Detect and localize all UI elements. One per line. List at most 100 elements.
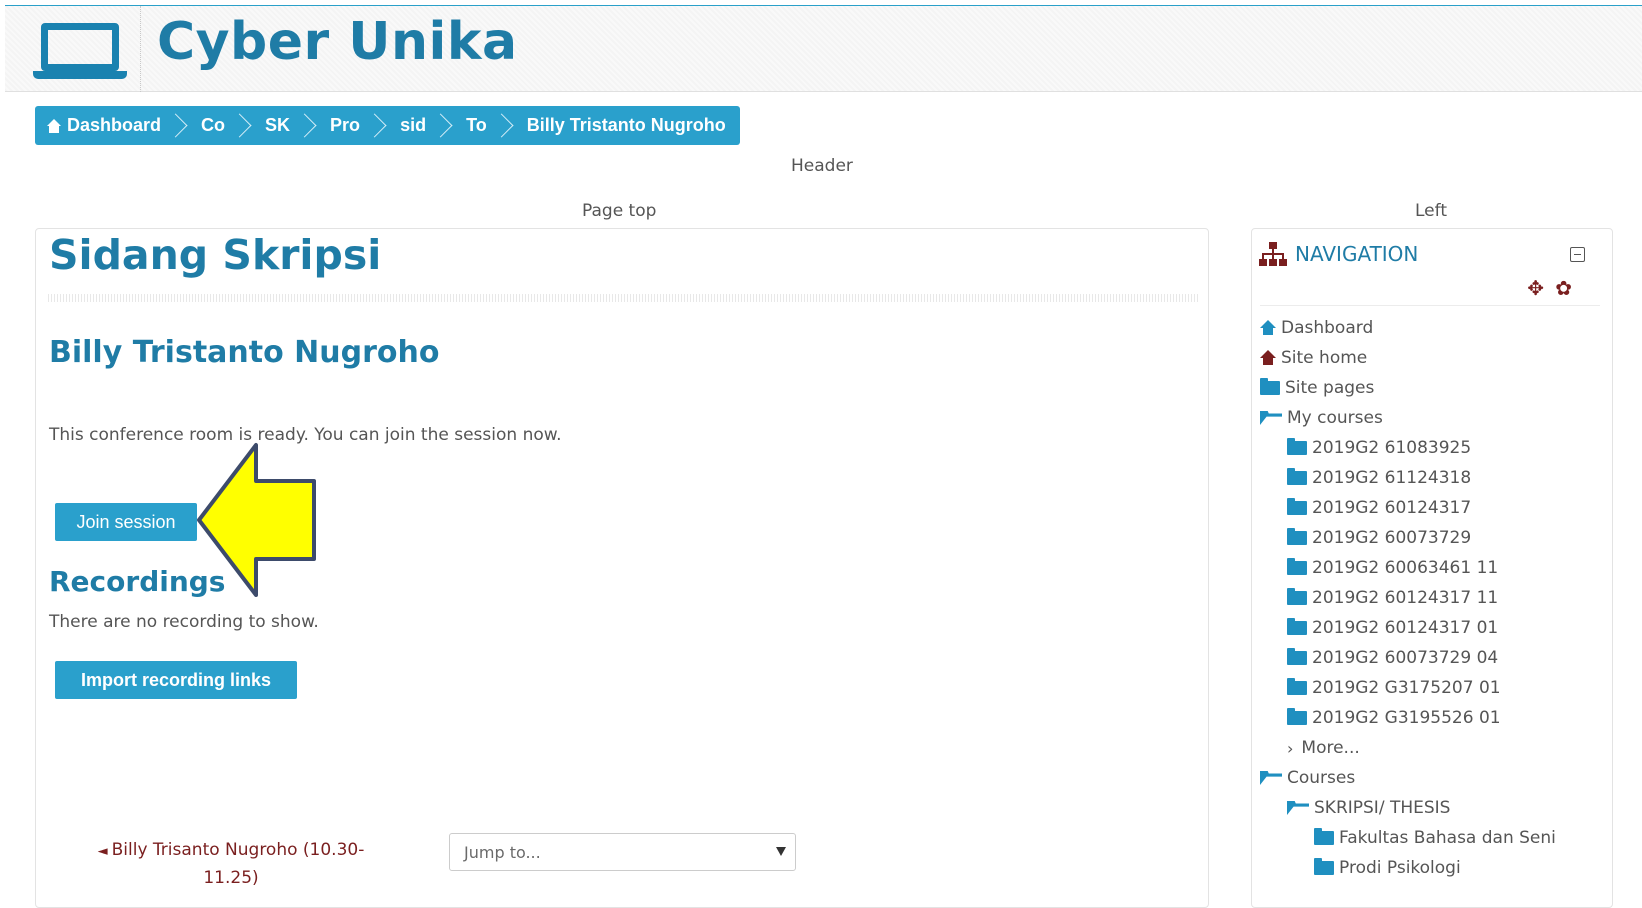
nav-item-prodi-psikologi[interactable]: Prodi Psikologi [1260, 853, 1556, 883]
nav-item-more[interactable]: › More... [1260, 733, 1556, 763]
sitemap-icon [1259, 242, 1287, 266]
nav-item-course[interactable]: 2019G2 60073729 04 [1260, 643, 1556, 673]
nav-item-label: 2019G2 61124318 [1312, 468, 1472, 488]
home-icon [47, 118, 61, 133]
move-icon[interactable]: ✥ [1527, 276, 1544, 300]
folder-icon [1287, 618, 1307, 635]
nav-item-course[interactable]: 2019G2 60124317 11 [1260, 583, 1556, 613]
breadcrumb-separator [440, 113, 454, 139]
site-header: Cyber Unika [5, 5, 1642, 92]
join-session-button[interactable]: Join session [55, 503, 197, 541]
navigation-block: NAVIGATION ✥ ✿ Dashboard Site home Site … [1251, 228, 1613, 908]
nav-item-label: 2019G2 60073729 04 [1312, 648, 1499, 668]
folder-icon [1287, 468, 1307, 485]
breadcrumb-label: SK [265, 115, 291, 135]
folder-icon [1314, 828, 1334, 845]
collapse-icon[interactable] [1570, 247, 1585, 262]
session-title: Billy Tristanto Nugroho [49, 335, 440, 370]
nav-item-course[interactable]: 2019G2 61083925 [1260, 433, 1556, 463]
previous-activity-line1: Billy Trisanto Nugroho (10.30- [111, 840, 365, 860]
house-icon [1260, 320, 1276, 336]
nav-item-label: 2019G2 61083925 [1312, 438, 1472, 458]
heading-divider [48, 294, 1198, 302]
nav-item-label: 2019G2 60124317 11 [1312, 588, 1499, 608]
breadcrumb-separator [304, 113, 318, 139]
previous-activity-line2: 11.25) [203, 868, 259, 888]
nav-item-course[interactable]: 2019G2 61124318 [1260, 463, 1556, 493]
callout-arrow-icon [197, 443, 316, 597]
nav-item-course[interactable]: 2019G2 60073729 [1260, 523, 1556, 553]
breadcrumb-separator [175, 113, 189, 139]
breadcrumb-course-category[interactable]: Co [161, 113, 225, 139]
house-icon [1260, 350, 1276, 366]
nav-item-site-pages[interactable]: Site pages [1260, 373, 1556, 403]
nav-item-fakultas-bahasa-dan-seni[interactable]: Fakultas Bahasa dan Seni [1260, 823, 1556, 853]
import-recording-links-button[interactable]: Import recording links [55, 661, 297, 699]
navigation-tree: Dashboard Site home Site pages My course… [1260, 313, 1556, 883]
nav-item-label: Site pages [1285, 378, 1375, 398]
nav-item-label: 2019G2 60124317 01 [1312, 618, 1499, 638]
breadcrumb-current[interactable]: Billy Tristanto Nugroho [487, 113, 726, 139]
site-title[interactable]: Cyber Unika [157, 12, 518, 72]
breadcrumb-separator [239, 113, 253, 139]
nav-item-label: Prodi Psikologi [1339, 858, 1461, 878]
nav-item-skripsi-thesis[interactable]: SKRIPSI/ THESIS [1260, 793, 1556, 823]
nav-item-site-home[interactable]: Site home [1260, 343, 1556, 373]
nav-item-courses[interactable]: Courses [1260, 763, 1556, 793]
jump-to-value: Jump to... [464, 842, 541, 862]
breadcrumb-program[interactable]: Pro [290, 113, 360, 139]
folder-icon [1287, 558, 1307, 575]
nav-item-label: 2019G2 60063461 11 [1312, 558, 1499, 578]
navigation-title: NAVIGATION [1295, 242, 1419, 266]
triangle-left-icon: ◄ [97, 844, 108, 859]
breadcrumb-dashboard[interactable]: Dashboard [47, 115, 161, 136]
previous-activity-link[interactable]: ◄ Billy Trisanto Nugroho (10.30- 11.25) [76, 837, 386, 891]
breadcrumb-separator [374, 113, 388, 139]
nav-item-label: Courses [1287, 768, 1356, 788]
nav-item-course[interactable]: 2019G2 G3175207 01 [1260, 673, 1556, 703]
breadcrumb-sk[interactable]: SK [225, 113, 290, 139]
folder-open-icon [1260, 771, 1282, 785]
nav-item-label: Fakultas Bahasa dan Seni [1339, 828, 1556, 848]
dropdown-caret-icon [776, 847, 786, 856]
nav-item-label: 2019G2 60073729 [1312, 528, 1472, 548]
breadcrumb-label: Dashboard [67, 115, 162, 135]
nav-item-label: My courses [1287, 408, 1383, 428]
jump-to-select[interactable]: Jump to... [449, 833, 796, 871]
nav-item-course[interactable]: 2019G2 60124317 [1260, 493, 1556, 523]
nav-item-my-courses[interactable]: My courses [1260, 403, 1556, 433]
breadcrumb-topic[interactable]: To [426, 113, 487, 139]
breadcrumb-course[interactable]: sid [360, 113, 426, 139]
nav-item-dashboard[interactable]: Dashboard [1260, 313, 1556, 343]
nav-item-course[interactable]: 2019G2 60124317 01 [1260, 613, 1556, 643]
breadcrumb-label: Co [201, 115, 226, 135]
region-page-top-label: Page top [582, 201, 657, 221]
nav-item-label: 2019G2 G3195526 01 [1312, 708, 1501, 728]
nav-item-course[interactable]: 2019G2 60063461 11 [1260, 553, 1556, 583]
gear-icon[interactable]: ✿ [1555, 276, 1572, 300]
folder-icon [1287, 528, 1307, 545]
nav-item-label: More... [1301, 738, 1360, 758]
region-header-label: Header [791, 156, 853, 176]
breadcrumb-label: Billy Tristanto Nugroho [526, 115, 726, 135]
nav-item-label: Site home [1281, 348, 1368, 368]
folder-icon [1287, 708, 1307, 725]
navigation-divider [1260, 305, 1600, 306]
folder-open-icon [1260, 411, 1282, 425]
folder-icon [1314, 858, 1334, 875]
chevron-right-icon: › [1287, 738, 1294, 758]
page-title: Sidang Skripsi [49, 231, 382, 279]
folder-icon [1287, 648, 1307, 665]
breadcrumb-label: sid [400, 115, 427, 135]
folder-open-icon [1287, 801, 1309, 815]
nav-item-label: 2019G2 60124317 [1312, 498, 1472, 518]
breadcrumb: Dashboard Co SK Pro sid To Billy Tristan… [35, 106, 740, 145]
nav-item-course[interactable]: 2019G2 G3195526 01 [1260, 703, 1556, 733]
region-left-label: Left [1415, 201, 1447, 221]
folder-icon [1260, 378, 1280, 395]
breadcrumb-separator [501, 113, 515, 139]
no-recordings-message: There are no recording to show. [49, 612, 319, 632]
site-logo[interactable] [5, 6, 141, 92]
nav-item-label: 2019G2 G3175207 01 [1312, 678, 1501, 698]
folder-icon [1287, 438, 1307, 455]
